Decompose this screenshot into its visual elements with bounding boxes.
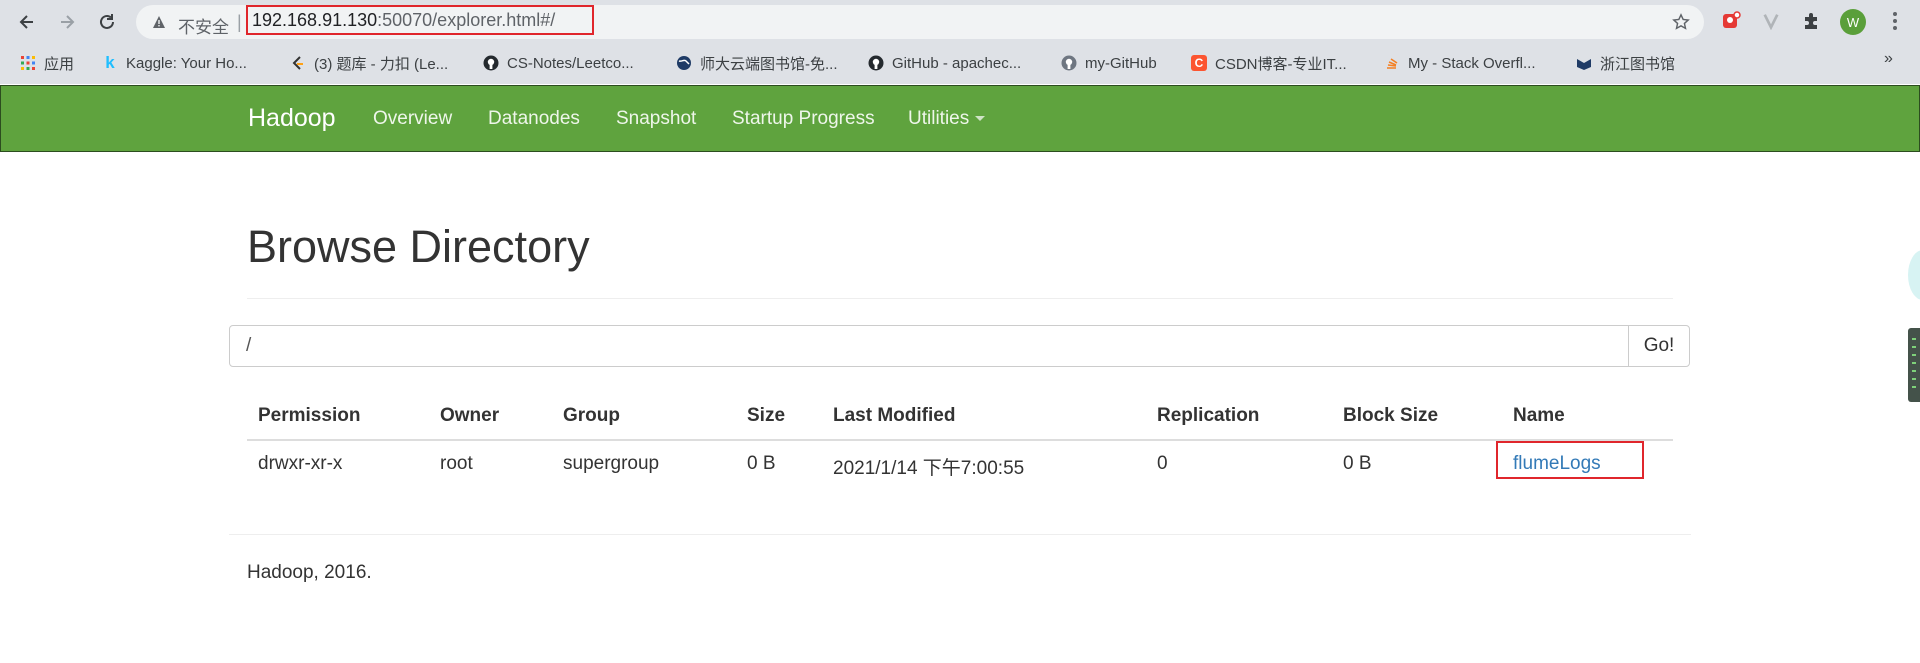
- bookmark-library[interactable]: 师大云端图书馆-免...: [676, 51, 838, 75]
- cell-block-size: 0 B: [1343, 453, 1372, 474]
- table-header-divider: [247, 439, 1673, 441]
- library-icon: [1576, 55, 1592, 71]
- bookmark-label: GitHub - apachec...: [892, 54, 1022, 72]
- extension-icon-v[interactable]: [1760, 10, 1782, 32]
- bookmark-star-icon[interactable]: [1672, 13, 1690, 31]
- nav-utilities[interactable]: Utilities: [908, 108, 986, 130]
- back-arrow-icon[interactable]: [14, 9, 40, 35]
- bookmark-label: CSDN博客-专业IT...: [1215, 55, 1347, 73]
- bookmark-label: 师大云端图书馆-免...: [700, 55, 838, 73]
- footer-divider: [229, 534, 1691, 535]
- bookmark-apps[interactable]: 应用: [20, 51, 74, 75]
- directory-path-input[interactable]: [229, 325, 1629, 367]
- title-divider: [247, 298, 1673, 299]
- profile-avatar[interactable]: W: [1840, 9, 1866, 35]
- forward-arrow-icon[interactable]: [54, 9, 80, 35]
- reload-icon[interactable]: [94, 9, 120, 35]
- cell-last-modified: 2021/1/14 下午7:00:55: [833, 458, 1025, 479]
- cell-permission: drwxr-xr-x: [258, 453, 343, 474]
- extensions-puzzle-icon[interactable]: [1800, 10, 1822, 32]
- cell-group: supergroup: [563, 453, 660, 474]
- url-path: :50070/explorer.html#/: [377, 9, 556, 30]
- url-text[interactable]: 192.168.91.130:50070/explorer.html#/: [246, 5, 594, 35]
- url-host: 192.168.91.130: [252, 9, 378, 30]
- floating-widget[interactable]: [1908, 250, 1920, 300]
- kaggle-icon: k: [105, 53, 115, 72]
- warning-icon: [153, 16, 165, 28]
- column-header-permission[interactable]: Permission: [258, 405, 360, 427]
- extension-icon-red[interactable]: [1720, 10, 1742, 32]
- insecure-label: 不安全: [178, 18, 229, 37]
- bookmark-kaggle[interactable]: k Kaggle: Your Ho...: [102, 51, 247, 75]
- bookmark-label: my-GitHub: [1085, 54, 1157, 72]
- directory-link-flumelogs[interactable]: flumeLogs: [1513, 453, 1601, 475]
- browser-toolbar: 不安全 | 192.168.91.130:50070/explorer.html…: [0, 0, 1920, 44]
- nav-overview[interactable]: Overview: [373, 108, 452, 130]
- cell-replication: 0: [1157, 453, 1168, 474]
- github-icon: [1061, 55, 1077, 71]
- bookmark-zhejiang-library[interactable]: 浙江图书馆: [1576, 51, 1675, 75]
- bookmark-github-apache[interactable]: GitHub - apachec...: [868, 51, 1021, 75]
- bookmark-leetcode[interactable]: (3) 题库 - 力扣 (Le...: [290, 51, 448, 75]
- apps-grid-icon: [20, 55, 36, 71]
- browser-chrome: 不安全 | 192.168.91.130:50070/explorer.html…: [0, 0, 1920, 84]
- bookmark-label: My - Stack Overfl...: [1408, 54, 1536, 72]
- bookmark-label: CS-Notes/Leetco...: [507, 54, 634, 72]
- leetcode-icon: [290, 55, 306, 71]
- navbar-brand[interactable]: Hadoop: [248, 104, 336, 133]
- column-header-replication[interactable]: Replication: [1157, 405, 1259, 427]
- page-footer: Hadoop, 2016.: [247, 562, 372, 583]
- page-title: Browse Directory: [247, 221, 590, 272]
- hadoop-navbar: Hadoop Overview Datanodes Snapshot Start…: [0, 85, 1920, 152]
- column-header-group[interactable]: Group: [563, 405, 620, 427]
- nav-datanodes[interactable]: Datanodes: [488, 108, 580, 130]
- column-header-size[interactable]: Size: [747, 405, 785, 427]
- cell-owner: root: [440, 453, 473, 474]
- csdn-icon: C: [1191, 55, 1207, 71]
- bookmark-stackoverflow[interactable]: My - Stack Overfl...: [1384, 51, 1536, 75]
- bookmark-label: 应用: [44, 55, 75, 73]
- globe-icon: [676, 55, 692, 71]
- bookmark-label: (3) 题库 - 力扣 (Le...: [314, 55, 449, 73]
- github-icon: [868, 55, 884, 71]
- github-icon: [483, 55, 499, 71]
- nav-utilities-label: Utilities: [908, 108, 970, 129]
- column-header-name[interactable]: Name: [1513, 405, 1565, 427]
- bookmark-my-github[interactable]: my-GitHub: [1061, 51, 1157, 75]
- go-button[interactable]: Go!: [1628, 325, 1690, 367]
- address-bar[interactable]: 不安全 | 192.168.91.130:50070/explorer.html…: [136, 5, 1704, 39]
- bookmark-csdn[interactable]: C CSDN博客-专业IT...: [1191, 51, 1347, 75]
- browser-menu-icon[interactable]: [1890, 8, 1900, 34]
- bookmark-cs-notes[interactable]: CS-Notes/Leetco...: [483, 51, 634, 75]
- cell-size: 0 B: [747, 453, 776, 474]
- nav-startup-progress[interactable]: Startup Progress: [732, 108, 875, 130]
- address-separator: |: [237, 12, 242, 32]
- column-header-last-modified[interactable]: Last Modified: [833, 405, 955, 427]
- column-header-owner[interactable]: Owner: [440, 405, 499, 427]
- nav-snapshot[interactable]: Snapshot: [616, 108, 696, 130]
- caret-down-icon: [975, 116, 986, 122]
- column-header-block-size[interactable]: Block Size: [1343, 405, 1438, 427]
- stackoverflow-icon: [1384, 55, 1400, 71]
- bookmarks-bar: 应用 k Kaggle: Your Ho... (3) 题库 - 力扣 (Le.…: [0, 44, 1920, 84]
- bookmark-label: Kaggle: Your Ho...: [126, 54, 247, 72]
- side-meter-widget[interactable]: [1908, 328, 1920, 402]
- bookmark-label: 浙江图书馆: [1600, 55, 1676, 73]
- bookmarks-overflow-icon[interactable]: »: [1884, 50, 1893, 68]
